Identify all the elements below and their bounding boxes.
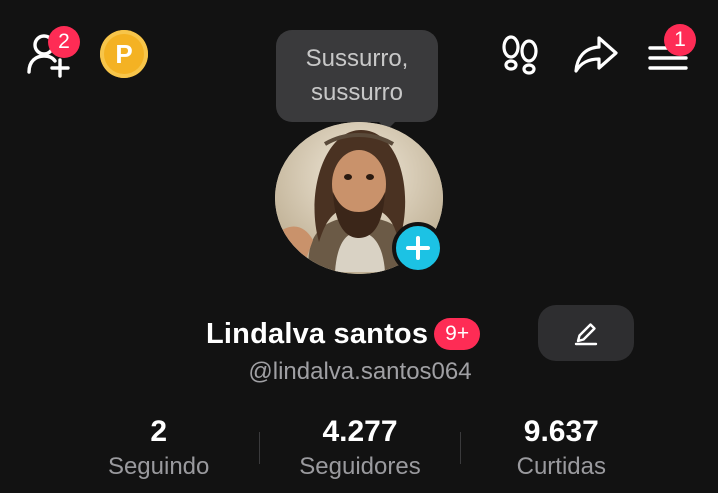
menu-badge: 1 <box>664 24 696 56</box>
profile-stats: 2 Seguindo 4.277 Seguidores 9.637 Curtid… <box>58 412 662 484</box>
username: @lindalva.santos064 <box>248 358 472 385</box>
stat-divider <box>259 432 260 464</box>
menu-button[interactable]: 1 <box>644 24 696 78</box>
likes-label: Curtidas <box>516 453 606 480</box>
stat-divider <box>460 432 461 464</box>
add-avatar-button[interactable] <box>392 222 444 274</box>
tooltip-bubble: Sussurro, sussurro <box>276 30 438 130</box>
share-profile-button[interactable] <box>570 30 622 78</box>
add-friends-button[interactable]: 2 <box>22 26 82 80</box>
following-count: 2 <box>150 415 167 448</box>
coin-icon[interactable]: P <box>100 30 148 78</box>
notification-badge[interactable]: 9+ <box>434 318 481 350</box>
following-label: Seguindo <box>107 453 210 480</box>
profile-name-row: Lindalva santos 9+ <box>206 312 481 356</box>
followers-count: 4.277 <box>322 415 398 448</box>
tooltip-text: Sussurro, sussurro <box>305 45 409 106</box>
friend-requests-badge: 2 <box>48 26 80 58</box>
share-arrow-icon <box>574 36 618 73</box>
profile-views-button[interactable] <box>496 30 544 78</box>
stat-followers[interactable]: 4.277 Seguidores <box>259 412 460 484</box>
display-name: Lindalva santos <box>206 317 429 350</box>
footprints-icon <box>502 35 538 75</box>
followers-label: Seguidores <box>299 453 421 480</box>
stat-following[interactable]: 2 Seguindo <box>58 412 259 484</box>
plus-icon <box>406 236 430 260</box>
likes-count: 9.637 <box>523 415 599 448</box>
pencil-icon <box>574 323 598 346</box>
edit-profile-button[interactable] <box>538 305 634 361</box>
coin-label: P <box>115 38 133 69</box>
stat-likes[interactable]: 9.637 Curtidas <box>461 412 662 484</box>
